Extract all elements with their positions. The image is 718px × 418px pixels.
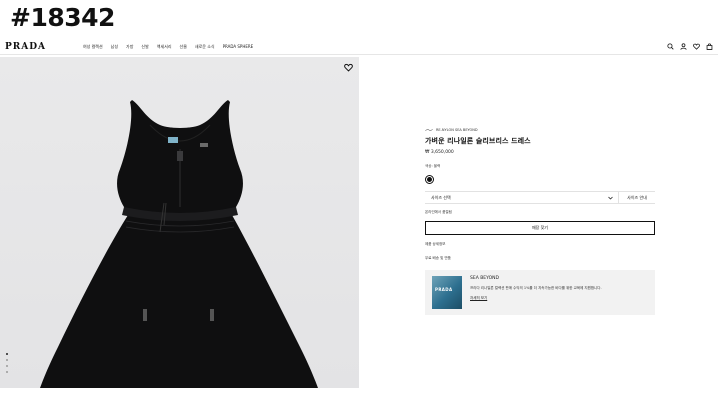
product-title: 가벼운 리나일론 슬리브리스 드레스: [425, 137, 531, 145]
nav-icons: [667, 43, 713, 50]
search-icon[interactable]: [667, 43, 674, 50]
top-navigation: PRADA 여성 컬렉션 남성 가방 신발 액세서리 선물 새로운 소식 PRA…: [0, 41, 718, 55]
listing-id-watermark: #18342: [10, 3, 115, 32]
menu-item-bags[interactable]: 가방: [126, 44, 133, 50]
menu-item-women[interactable]: 여성 컬렉션: [83, 44, 103, 50]
menu-item-prada-sphere[interactable]: PRADA SPHERE: [223, 44, 254, 50]
gallery-dot[interactable]: [6, 353, 8, 355]
promo-title: SEA BEYOND: [470, 276, 500, 281]
chevron-down-icon: [608, 196, 613, 199]
size-select-label: 사이즈 선택: [431, 194, 451, 200]
heart-icon[interactable]: [693, 43, 700, 50]
find-store-button[interactable]: 매장 찾기: [425, 221, 655, 235]
heart-icon[interactable]: [344, 63, 353, 72]
promo-thumbnail-logo: PRADA: [435, 287, 453, 292]
product-image[interactable]: [0, 57, 359, 388]
size-select[interactable]: 사이즈 선택: [425, 192, 619, 203]
color-label: 색상: 블랙: [425, 164, 441, 168]
size-row: 사이즈 선택 사이즈 안내: [425, 191, 655, 204]
gallery-pagination: [6, 353, 8, 373]
account-icon[interactable]: [680, 43, 687, 50]
shopping-bag-icon[interactable]: [706, 43, 713, 50]
product-details-link[interactable]: 제품 상세정보: [425, 242, 655, 247]
main-menu: 여성 컬렉션 남성 가방 신발 액세서리 선물 새로운 소식 PRADA SPH…: [83, 44, 253, 50]
gallery-dot[interactable]: [6, 365, 8, 367]
gallery-dot[interactable]: [6, 371, 8, 373]
menu-item-news[interactable]: 새로운 소식: [195, 44, 215, 50]
product-info-panel: RE-NYLON SEA BEYOND 가벼운 리나일론 슬리브리스 드레스 ₩…: [425, 128, 655, 315]
promo-description: 프라다 리나일론 컬렉션 판매 수익의 1%를 더 지속가능한 바다를 위한 교…: [470, 286, 602, 290]
menu-item-men[interactable]: 남성: [111, 44, 118, 50]
product-price: ₩ 3,650,000: [425, 150, 454, 155]
shipping-returns-link[interactable]: 무료 배송 및 반품: [425, 256, 655, 261]
re-nylon-icon: [425, 128, 433, 132]
dress-illustration: [40, 100, 318, 388]
color-swatch-black[interactable]: [425, 175, 434, 184]
promo-thumbnail: PRADA: [432, 276, 462, 309]
gallery-dot[interactable]: [6, 359, 8, 361]
sea-beyond-promo: PRADA SEA BEYOND 프라다 리나일론 컬렉션 판매 수익의 1%를…: [425, 270, 655, 315]
promo-learn-more-link[interactable]: 자세히 보기: [470, 296, 602, 301]
stock-status: 온라인에서 품절됨: [425, 210, 452, 214]
collection-label: RE-NYLON SEA BEYOND: [436, 128, 478, 132]
brand-logo[interactable]: PRADA: [5, 42, 46, 52]
menu-item-gifts[interactable]: 선물: [180, 44, 187, 50]
menu-item-accessories[interactable]: 액세서리: [157, 44, 172, 50]
size-guide-link[interactable]: 사이즈 안내: [619, 195, 655, 201]
collection-badge: RE-NYLON SEA BEYOND: [425, 128, 655, 132]
menu-item-shoes[interactable]: 신발: [141, 44, 148, 50]
